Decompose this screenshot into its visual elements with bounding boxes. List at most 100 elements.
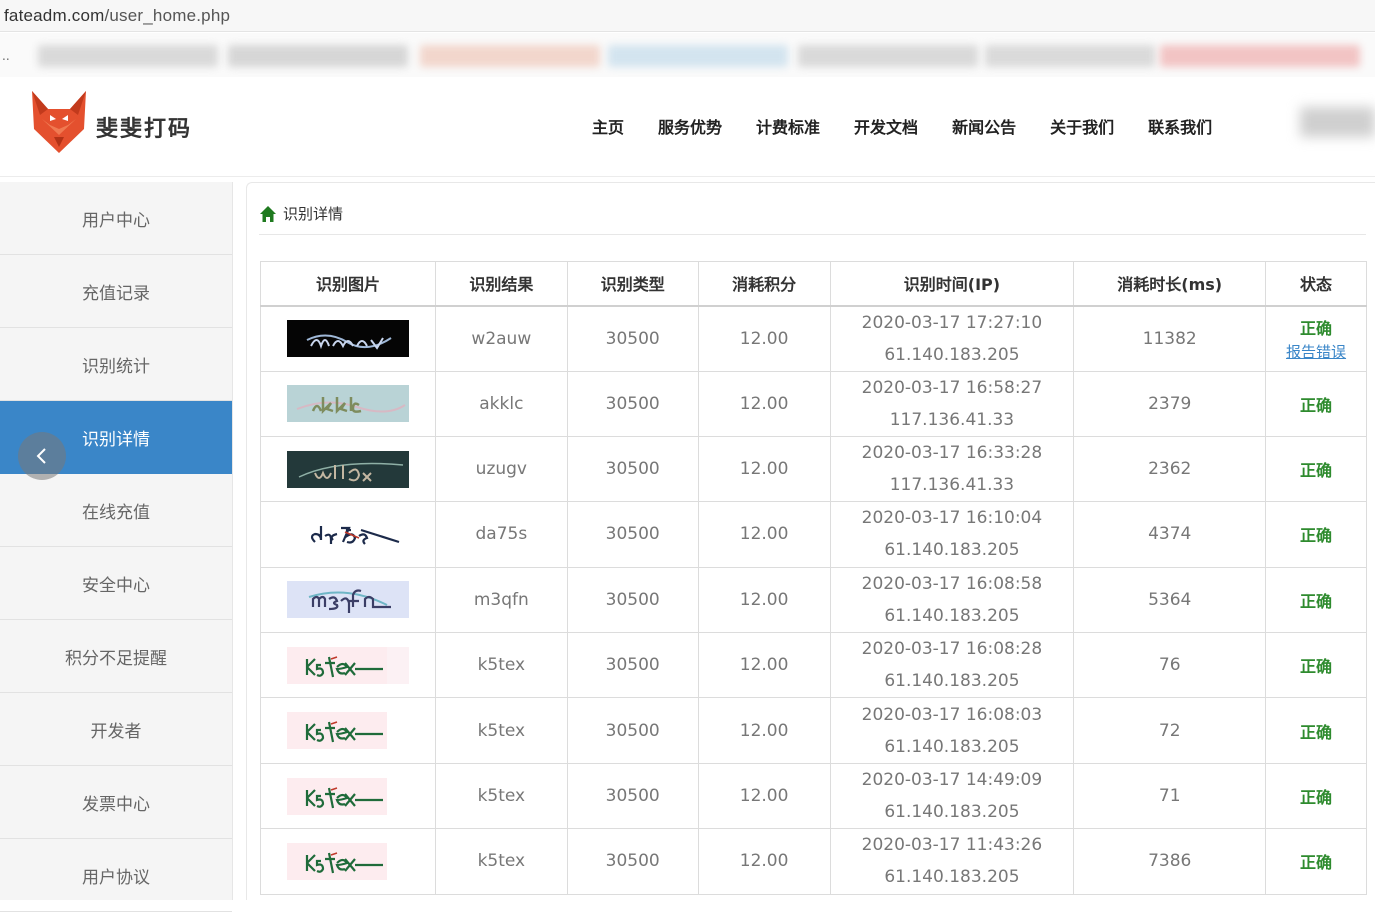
status-badge: 正确 (1300, 722, 1333, 742)
sidebar-item-online-recharge[interactable]: 在线充值 (0, 474, 232, 547)
duration-cell: 11382 (1073, 305, 1267, 372)
col-header-result: 识别结果 (434, 261, 568, 307)
time-text: 2020-03-17 16:08:03 (861, 704, 1043, 725)
captcha-image (286, 385, 409, 423)
captcha-image (286, 842, 409, 880)
table-row: akklc 30500 12.00 2020-03-17 16:58:27 117… (260, 370, 1367, 437)
status-cell: 正确 (1265, 501, 1367, 568)
blurred-bookmark (38, 45, 218, 67)
brand-name[interactable]: 斐斐打码 (96, 111, 192, 143)
time-text: 2020-03-17 16:58:27 (861, 377, 1043, 398)
type-cell: 30500 (566, 566, 699, 634)
ip-text: 61.140.183.205 (884, 802, 1020, 823)
status-cell: 正确 (1265, 370, 1367, 437)
time-ip-cell: 2020-03-17 16:58:27 117.136.41.33 (829, 370, 1075, 437)
time-text: 2020-03-17 17:27:10 (861, 312, 1043, 333)
col-header-cost: 消耗积分 (697, 261, 831, 307)
captcha-image-cell (260, 305, 436, 372)
bookmarks-overflow[interactable]: .. (2, 49, 10, 63)
url-host: fateadm.com (4, 6, 105, 25)
blurred-user-area (1300, 107, 1375, 137)
time-text: 2020-03-17 11:43:26 (861, 835, 1043, 856)
blurred-bookmark (985, 45, 1155, 67)
nav-contact[interactable]: 联系我们 (1148, 114, 1212, 138)
time-text: 2020-03-17 14:49:09 (861, 770, 1043, 791)
main-panel: 识别详情 识别图片 识别结果 识别类型 消耗积分 识别时间(IP) 消耗时长(m… (246, 182, 1375, 900)
address-bar[interactable]: fateadm.com/user_home.php (0, 0, 1375, 32)
site-header: 斐斐打码 主页 服务优势 计费标准 开发文档 新闻公告 关于我们 联系我们 (0, 77, 1375, 177)
nav-about[interactable]: 关于我们 (1050, 114, 1114, 138)
status-badge: 正确 (1300, 853, 1333, 873)
cost-cell: 12.00 (697, 501, 831, 568)
captcha-image (286, 450, 409, 488)
type-cell: 30500 (566, 828, 699, 895)
time-text: 2020-03-17 16:08:58 (861, 573, 1043, 594)
col-header-type: 识别类型 (566, 261, 699, 307)
duration-cell: 7386 (1073, 828, 1267, 895)
cost-cell: 12.00 (697, 697, 831, 764)
table-row: w2auw 30500 12.00 2020-03-17 17:27:10 61.… (260, 305, 1367, 372)
ip-text: 61.140.183.205 (884, 867, 1020, 888)
type-cell: 30500 (566, 632, 699, 699)
sidebar-item-user-agreement[interactable]: 用户协议 (0, 839, 232, 912)
ip-text: 61.140.183.205 (884, 671, 1020, 692)
sidebar-item-security-center[interactable]: 安全中心 (0, 547, 232, 620)
nav-pricing[interactable]: 计费标准 (756, 114, 820, 138)
time-ip-cell: 2020-03-17 16:08:28 61.140.183.205 (829, 632, 1075, 699)
recognition-table: 识别图片 识别结果 识别类型 消耗积分 识别时间(IP) 消耗时长(ms) 状态 (260, 261, 1367, 895)
blurred-bookmark (798, 45, 978, 67)
fox-logo-icon[interactable] (28, 85, 90, 155)
result-cell: k5tex (434, 828, 568, 895)
captcha-image (286, 320, 409, 357)
table-row: k5tex 30500 12.00 2020-03-17 16:08:28 61.… (260, 632, 1367, 699)
report-error-link[interactable]: 报告错误 (1266, 341, 1366, 362)
result-cell: w2auw (434, 305, 568, 372)
status-badge: 正确 (1300, 591, 1333, 611)
duration-cell: 76 (1073, 632, 1267, 699)
url-path: /user_home.php (104, 6, 231, 25)
captcha-image-cell (260, 435, 436, 503)
nav-advantages[interactable]: 服务优势 (658, 114, 722, 138)
duration-cell: 71 (1073, 762, 1267, 830)
status-badge: 正确 (1300, 657, 1333, 677)
table-row: k5tex 30500 12.00 2020-03-17 16:08:03 61.… (260, 697, 1367, 764)
time-text: 2020-03-17 16:10:04 (861, 508, 1043, 529)
captcha-image-cell (260, 828, 436, 895)
home-icon (260, 205, 276, 222)
status-cell: 正确 (1265, 762, 1367, 830)
duration-cell: 72 (1073, 697, 1267, 764)
back-button[interactable] (18, 432, 66, 480)
captcha-image-cell (260, 762, 436, 830)
type-cell: 30500 (566, 501, 699, 568)
captcha-image-cell (260, 566, 436, 634)
captcha-image-cell (260, 370, 436, 437)
nav-dev-docs[interactable]: 开发文档 (854, 114, 918, 138)
ip-text: 61.140.183.205 (884, 344, 1020, 365)
table-row: m3qfn 30500 12.00 2020-03-17 16:08:58 61.… (260, 566, 1367, 634)
status-cell: 正确 (1265, 697, 1367, 764)
result-cell: m3qfn (434, 566, 568, 634)
time-ip-cell: 2020-03-17 14:49:09 61.140.183.205 (829, 762, 1075, 830)
time-ip-cell: 2020-03-17 16:08:03 61.140.183.205 (829, 697, 1075, 764)
time-ip-cell: 2020-03-17 16:33:28 117.136.41.33 (829, 435, 1075, 503)
url-text[interactable]: fateadm.com/user_home.php (4, 6, 230, 26)
status-badge: 正确 (1300, 788, 1333, 808)
result-cell: uzugv (434, 435, 568, 503)
type-cell: 30500 (566, 435, 699, 503)
nav-home[interactable]: 主页 (592, 114, 624, 138)
sidebar-item-recharge-records[interactable]: 充值记录 (0, 255, 232, 328)
status-badge: 正确 (1300, 461, 1333, 481)
sidebar-item-invoice-center[interactable]: 发票中心 (0, 766, 232, 839)
sidebar-item-developer[interactable]: 开发者 (0, 693, 232, 766)
result-cell: k5tex (434, 762, 568, 830)
sidebar-item-recognition-stats[interactable]: 识别统计 (0, 328, 232, 401)
table-row: da75s 30500 12.00 2020-03-17 16:10:04 61.… (260, 501, 1367, 568)
nav-news[interactable]: 新闻公告 (952, 114, 1016, 138)
sidebar-item-user-center[interactable]: 用户中心 (0, 182, 232, 255)
sidebar-item-low-balance-alert[interactable]: 积分不足提醒 (0, 620, 232, 693)
duration-cell: 5364 (1073, 566, 1267, 634)
status-badge: 正确 (1300, 526, 1333, 546)
captcha-image (286, 646, 409, 684)
time-ip-cell: 2020-03-17 17:27:10 61.140.183.205 (829, 305, 1075, 372)
blurred-bookmark (1160, 45, 1360, 67)
